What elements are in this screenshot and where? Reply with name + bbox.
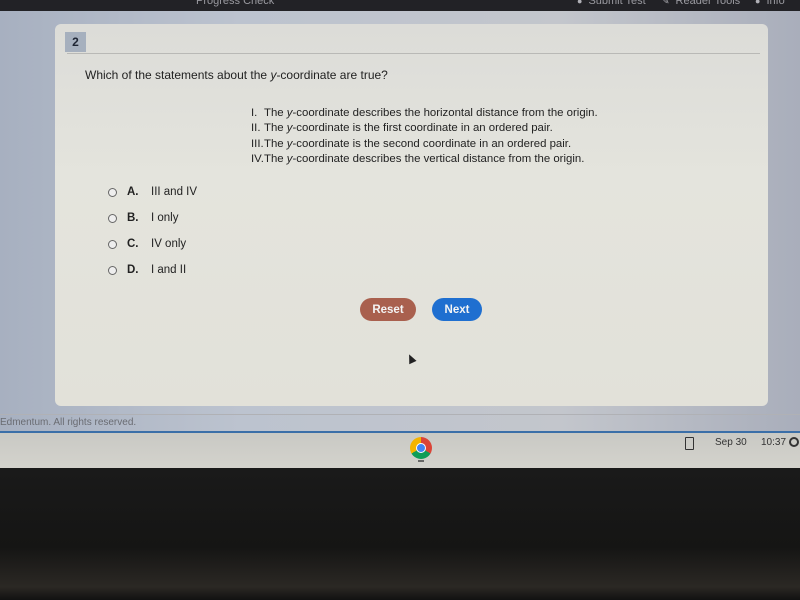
choice-b[interactable]: B. I only xyxy=(108,205,197,231)
statement: II. The y-coordinate is the first coordi… xyxy=(251,122,553,135)
statement-list: I. The y-coordinate describes the horizo… xyxy=(251,106,598,168)
radio-button[interactable] xyxy=(108,213,117,223)
radio-button[interactable] xyxy=(108,239,117,249)
info-icon: ● xyxy=(755,0,761,6)
choice-a[interactable]: A. III and IV xyxy=(108,179,197,205)
copyright-text: Edmentum. All rights reserved. xyxy=(0,417,137,428)
footer-divider xyxy=(0,414,800,415)
mouse-cursor-icon xyxy=(405,352,417,365)
question-prompt: Which of the statements about the y-coor… xyxy=(85,68,388,82)
choice-c[interactable]: C. IV only xyxy=(108,231,197,257)
tray-date[interactable]: Sep 30 xyxy=(715,437,747,448)
question-number: 2 xyxy=(65,32,86,52)
check-icon: ● xyxy=(577,0,583,6)
reader-tools-button[interactable]: ✎ Reader Tools xyxy=(662,0,740,7)
statement: IV. The y-coordinate describes the verti… xyxy=(251,153,585,166)
chrome-icon[interactable] xyxy=(410,437,432,459)
test-toolbar: Progress Check ● Submit Test ✎ Reader To… xyxy=(0,0,800,11)
radio-button[interactable] xyxy=(108,187,117,197)
next-button[interactable]: Next xyxy=(432,298,482,321)
screen: Progress Check ● Submit Test ✎ Reader To… xyxy=(0,0,800,468)
statement: I. The y-coordinate describes the horizo… xyxy=(251,107,598,119)
answer-choices: A. III and IV B. I only C. IV only D. I … xyxy=(108,179,197,283)
info-button[interactable]: ● Info xyxy=(755,0,785,7)
running-indicator xyxy=(418,460,424,462)
laptop-bezel xyxy=(0,468,800,600)
phone-icon[interactable] xyxy=(685,437,694,450)
os-shelf: Sep 30 10:37 xyxy=(0,431,800,468)
choice-d[interactable]: D. I and II xyxy=(108,257,197,283)
test-title: Progress Check xyxy=(196,0,275,7)
tray-time[interactable]: 10:37 xyxy=(761,437,786,448)
pen-icon: ✎ xyxy=(662,0,670,6)
reset-button[interactable]: Reset xyxy=(360,298,416,321)
divider xyxy=(67,53,760,54)
submit-test-button[interactable]: ● Submit Test xyxy=(577,0,646,7)
status-icon[interactable] xyxy=(789,437,799,447)
question-card: 2 Which of the statements about the y-co… xyxy=(55,24,768,406)
statement: III. The y-coordinate is the second coor… xyxy=(251,137,572,150)
radio-button[interactable] xyxy=(108,265,117,275)
